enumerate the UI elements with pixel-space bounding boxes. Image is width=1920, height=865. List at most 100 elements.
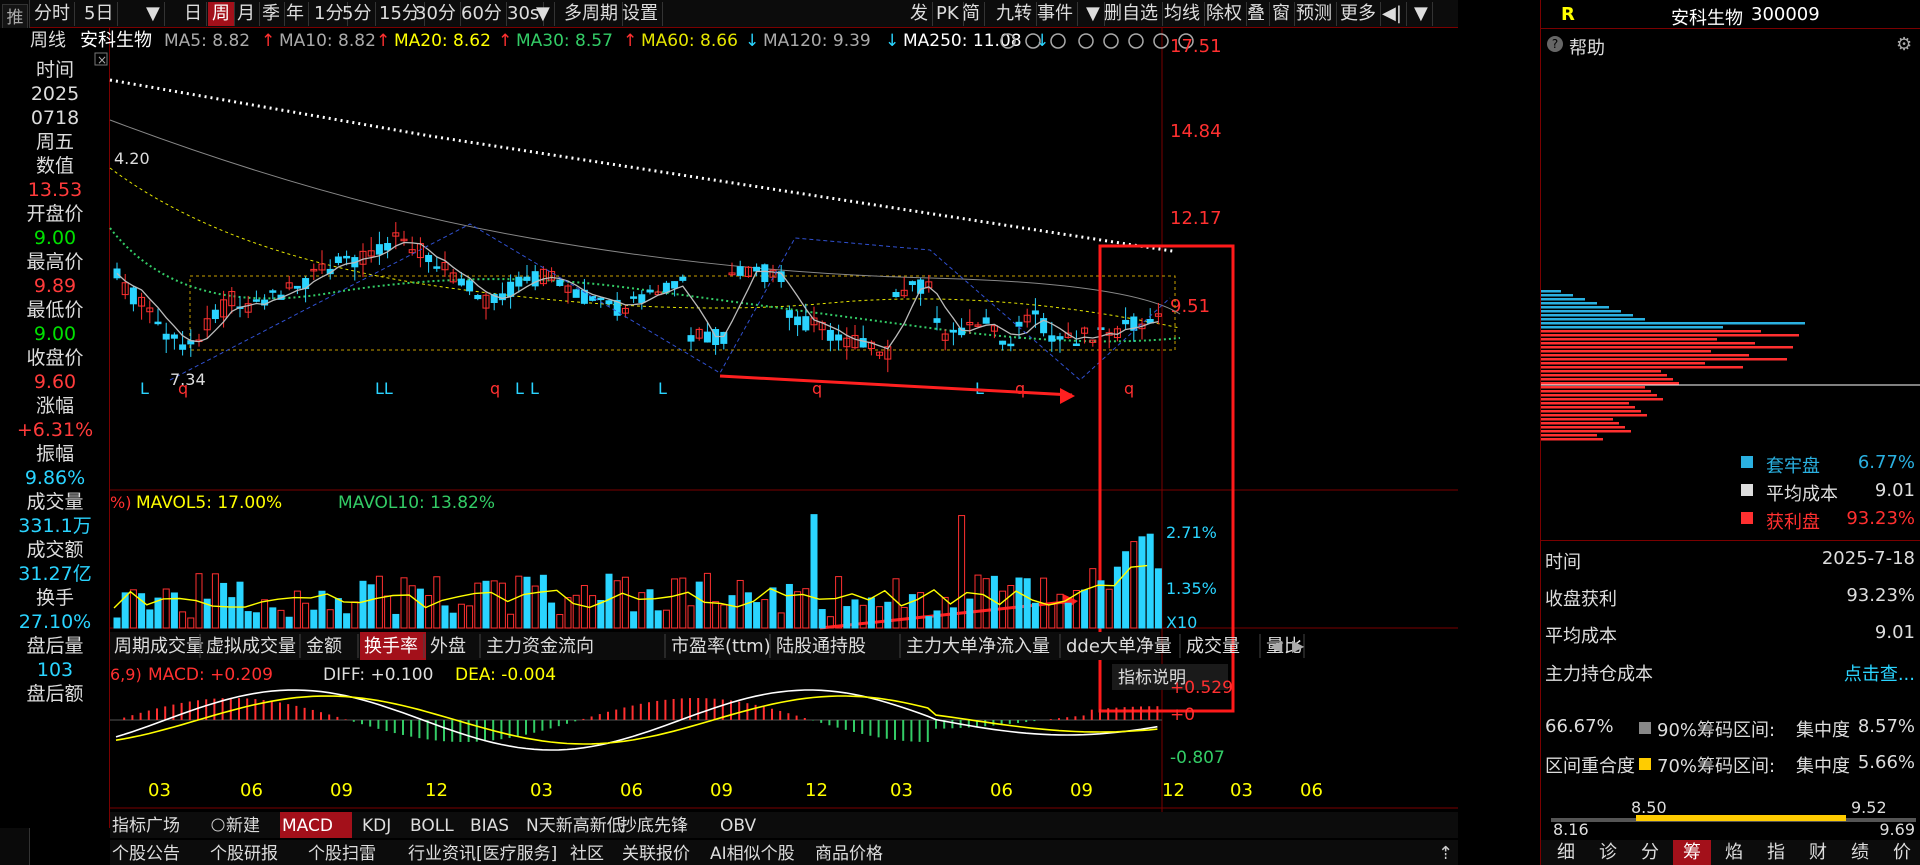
right-tab[interactable]: 绩	[1841, 840, 1879, 865]
toolbar-period-button[interactable]: 5日	[80, 2, 119, 26]
volume-bar	[179, 611, 187, 629]
chip-bar	[1541, 354, 1749, 357]
scale-b: 8.50	[1631, 798, 1667, 817]
mavol5-legend: MAVOL5: 17.00%	[136, 493, 282, 513]
toolbar-period-button[interactable]: 周	[208, 2, 235, 26]
lock-icon[interactable]	[1128, 33, 1144, 49]
kline-candle	[1072, 343, 1080, 346]
kline-chart[interactable]: 周线 安科生物 MA5: 8.82 ↑ MA10: 8.82 ↑ MA20: 8.62 ↑ MA…	[30, 28, 1458, 865]
bag-icon[interactable]	[1078, 33, 1094, 49]
toolbar-period-button[interactable]: 5分	[338, 2, 377, 26]
toolbar-period-button[interactable]: 年	[282, 2, 309, 26]
volume-bar	[515, 575, 523, 629]
toolbar-period-button[interactable]: 月	[233, 2, 260, 26]
toolbar-period-button[interactable]: 分时	[30, 2, 75, 26]
right-tab[interactable]: 价	[1883, 840, 1920, 865]
toolbar-dropdown-button[interactable]: ▼	[532, 2, 555, 26]
chip-histogram	[1541, 290, 1920, 441]
toolbar-period-button[interactable]: 多周期	[560, 2, 623, 26]
volume-bar	[662, 609, 670, 629]
kline-candle	[999, 340, 1007, 345]
ma250-line	[109, 78, 1175, 253]
toolbar-tool-button[interactable]: 简	[958, 2, 985, 26]
x-axis-tick: 03	[1230, 780, 1253, 801]
chip-bar	[1541, 394, 1657, 397]
scroll-top-icon[interactable]: ⇡	[1438, 843, 1453, 864]
chip-bar	[1541, 430, 1631, 433]
ma-legend-item: MA5: 8.82	[164, 31, 250, 51]
toolbar-period-button[interactable]: 日	[180, 2, 207, 26]
toolbar-tool-button[interactable]: 事件	[1033, 2, 1078, 26]
volume-bar	[589, 595, 597, 629]
toolbar-tool-button[interactable]: ▼	[1410, 2, 1433, 26]
chip-bar	[1541, 366, 1743, 369]
macd-legend: 6,9)	[110, 665, 142, 684]
right-tab[interactable]: 筹	[1673, 840, 1711, 865]
bottom-link: 商品价格	[815, 844, 883, 864]
plus-icon[interactable]	[1153, 33, 1169, 49]
toolbar-tool-button[interactable]: 除权	[1202, 2, 1247, 26]
volume-bar	[474, 582, 482, 629]
toolbar-period-button[interactable]: 60分	[457, 2, 507, 26]
help-label[interactable]: 帮助	[1569, 34, 1605, 60]
scroll-left-icon[interactable]: ◀	[1270, 636, 1283, 655]
toolbar-tool-button[interactable]: 更多	[1336, 2, 1381, 26]
kline-candle	[179, 344, 187, 350]
indicator-tab-4: 外盘	[430, 636, 466, 657]
kline-candle	[1048, 335, 1056, 342]
lq-signal-mark: LL	[375, 379, 393, 398]
toolbar-tool-button[interactable]: 均线	[1160, 2, 1205, 26]
chip-bar	[1541, 298, 1585, 301]
kline-candle	[605, 300, 613, 305]
price-axis-label: 17.51	[1170, 36, 1222, 57]
toolbar-tool-button[interactable]: 删自选	[1100, 2, 1163, 26]
volume-bar	[966, 598, 974, 629]
volume-bar	[638, 592, 646, 629]
divider	[1541, 28, 1920, 29]
toolbar-dropdown-button[interactable]: ▼	[142, 2, 165, 26]
right-tab[interactable]: 指	[1757, 840, 1795, 865]
toolbar-period-button[interactable]: 季	[258, 2, 285, 26]
toolbar-tool-button[interactable]: 预测	[1292, 2, 1337, 26]
indicator-tab-9: dde大单净量	[1066, 636, 1172, 657]
scroll-right-icon[interactable]: ▶	[1292, 636, 1305, 655]
volume-bar	[1154, 568, 1162, 629]
divider	[1541, 540, 1920, 541]
help-icon[interactable]: ?	[1547, 36, 1563, 52]
eye-icon[interactable]	[1050, 33, 1066, 49]
info-row-value[interactable]: 点击查...	[1844, 660, 1915, 686]
toolbar-tool-button[interactable]: 九转	[992, 2, 1037, 26]
ma-legend-item: MA10: 8.82	[279, 31, 376, 51]
toolbar-tool-button[interactable]: 叠	[1243, 2, 1270, 26]
volume-bar	[466, 605, 474, 629]
kline-candle	[646, 289, 654, 293]
hand-icon[interactable]	[1103, 33, 1119, 49]
right-tab[interactable]: 诊	[1589, 840, 1627, 865]
bottom-tab-4: BOLL	[410, 816, 454, 836]
toolbar-tool-button[interactable]: ◀|	[1378, 2, 1407, 26]
indicator-tab-6: 市盈率(ttm)	[671, 636, 771, 657]
right-tab[interactable]: 分	[1631, 840, 1669, 865]
bottom-tab-7: 抄底先锋	[620, 816, 688, 836]
volume-bar	[384, 595, 392, 629]
right-tab[interactable]: 焰	[1715, 840, 1753, 865]
right-tab[interactable]: 财	[1799, 840, 1837, 865]
volume-bar	[761, 599, 769, 629]
gear-icon[interactable]: ⚙	[1896, 34, 1912, 55]
x-axis-tick: 03	[530, 780, 553, 801]
ma-legend-item: MA250: 11.08	[903, 31, 1022, 51]
toolbar-tool-button[interactable]: 发	[906, 2, 933, 26]
chip-bar	[1541, 438, 1603, 441]
toolbar-period-button[interactable]: 设置	[618, 2, 663, 26]
x-axis-tick: 09	[330, 780, 353, 801]
bottom-link: 关联报价	[622, 844, 690, 864]
ma-legend-item: MA120: 9.39	[763, 31, 871, 51]
volume-bar	[687, 605, 695, 629]
close-icon[interactable]: ×	[97, 53, 107, 67]
kline-candle	[572, 289, 580, 298]
volume-bar	[1089, 568, 1097, 629]
right-tab[interactable]: 细	[1547, 840, 1585, 865]
toolbar-period-button[interactable]: 30分	[411, 2, 461, 26]
chip-bar	[1541, 306, 1609, 309]
toolbar-tool-button[interactable]: 窗	[1268, 2, 1295, 26]
